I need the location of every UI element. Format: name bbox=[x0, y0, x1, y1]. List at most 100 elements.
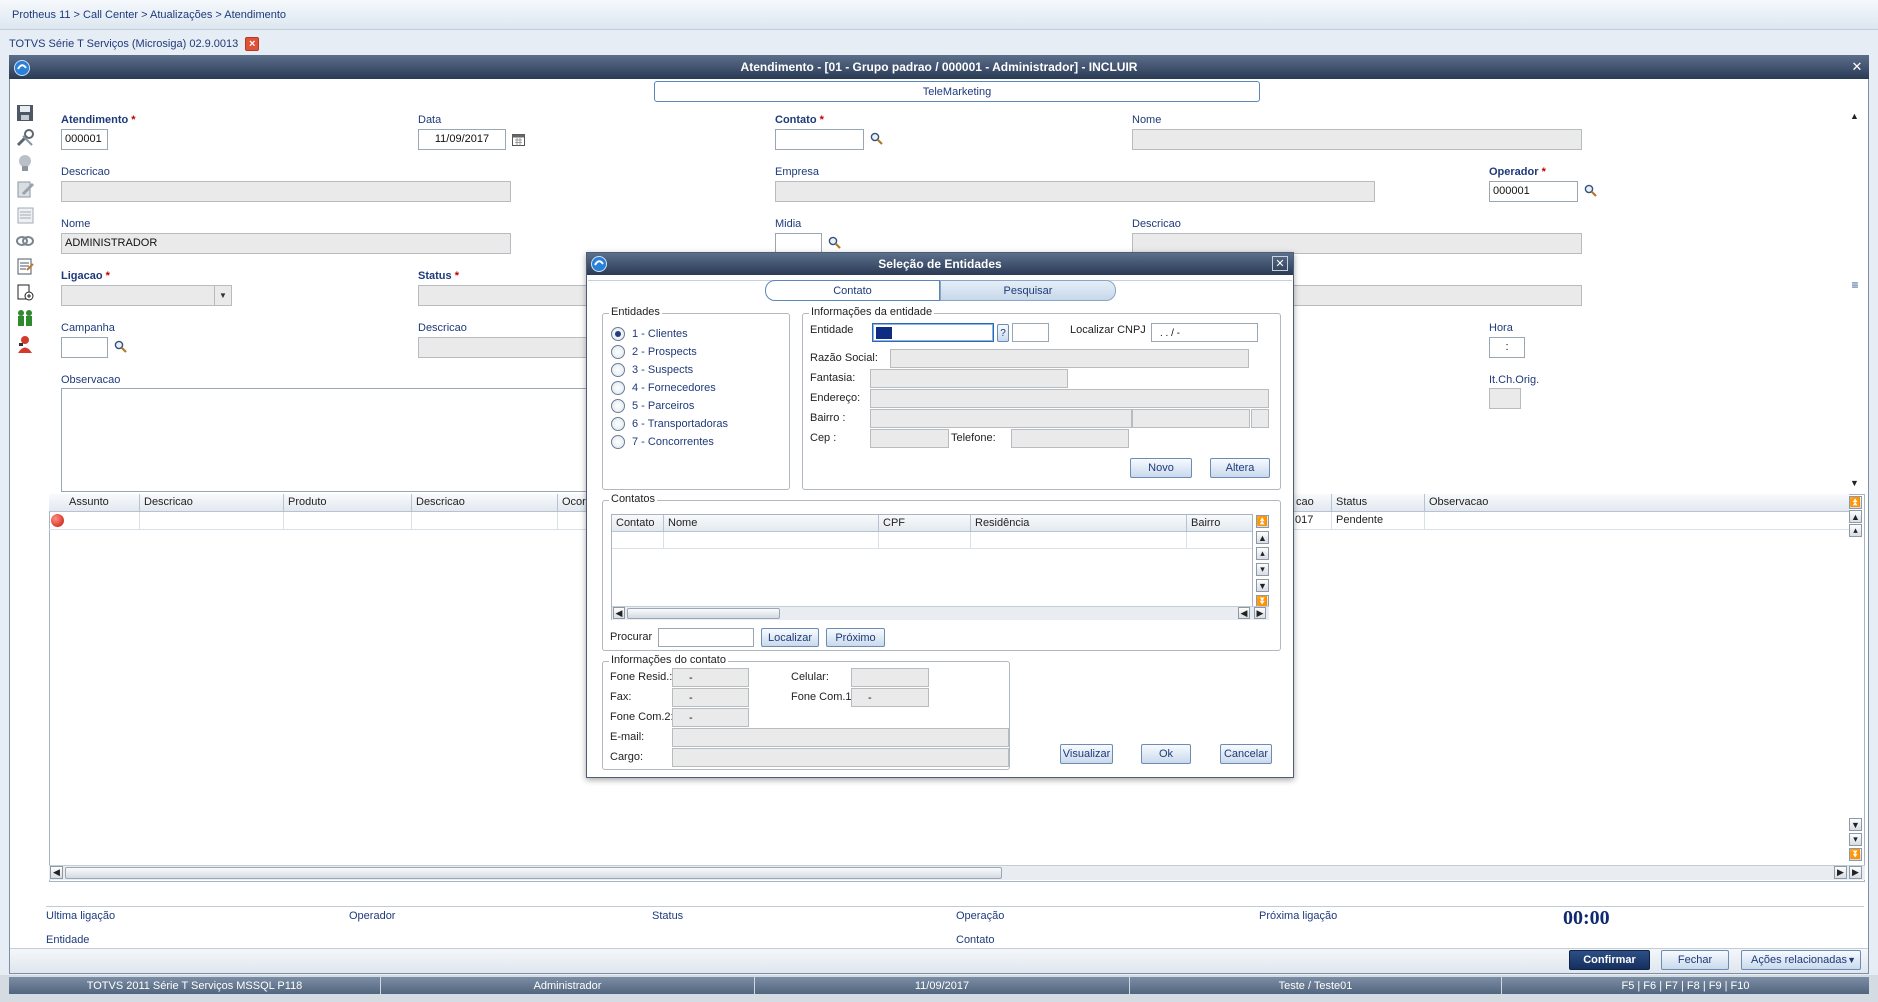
calendar-icon[interactable] bbox=[511, 132, 525, 146]
cancelar-button[interactable]: Cancelar bbox=[1220, 744, 1272, 764]
razao-social-field[interactable] bbox=[890, 349, 1249, 368]
grid-last-icon[interactable]: ⏬ bbox=[1849, 848, 1862, 861]
observacao-textarea[interactable] bbox=[61, 388, 591, 492]
email-field[interactable] bbox=[672, 728, 1009, 747]
close-window-icon[interactable]: ✕ bbox=[1850, 59, 1864, 74]
col-residencia[interactable]: Residência bbox=[971, 515, 1187, 532]
col-observacao[interactable]: Observacao bbox=[1425, 494, 1849, 512]
data-field[interactable]: 11/09/2017 bbox=[418, 129, 506, 150]
radio-dot[interactable] bbox=[611, 363, 625, 377]
empresa-field[interactable] bbox=[775, 181, 1375, 202]
row-cell-descricao[interactable] bbox=[140, 512, 284, 529]
breadcrumb[interactable]: Protheus 11 > Call Center > Atualizações… bbox=[12, 9, 286, 21]
celular-field[interactable] bbox=[851, 668, 929, 687]
grid-pagedown-icon[interactable]: ▾ bbox=[1849, 833, 1862, 846]
lightbulb-icon[interactable] bbox=[14, 152, 36, 174]
grid-scroll-right-arrow[interactable]: ▶ bbox=[1834, 866, 1847, 879]
procurar-input[interactable] bbox=[658, 628, 754, 647]
cep-field[interactable] bbox=[870, 429, 949, 448]
radio-fornecedores[interactable]: 4 - Fornecedores bbox=[611, 381, 716, 395]
confirmar-button[interactable]: Confirmar bbox=[1569, 950, 1650, 970]
tab-totvs[interactable]: TOTVS Série T Serviços (Microsiga) 02.9.… bbox=[0, 34, 262, 54]
row-cell-assunto[interactable] bbox=[65, 512, 140, 529]
fax-field[interactable]: - bbox=[672, 688, 749, 707]
nome-field[interactable]: ADMINISTRADOR bbox=[61, 233, 511, 254]
altera-button[interactable]: Altera bbox=[1210, 458, 1270, 478]
descricao-campanha-field[interactable] bbox=[418, 337, 589, 358]
radio-concorrentes[interactable]: 7 - Concorrentes bbox=[611, 435, 714, 449]
entidade-help-button[interactable]: ? bbox=[997, 324, 1009, 342]
edit-icon[interactable] bbox=[14, 178, 36, 200]
scroll-down-arrow[interactable]: ▼ bbox=[1848, 476, 1861, 489]
contatos-scroll-thumb[interactable] bbox=[627, 608, 780, 619]
grid-up-icon[interactable]: ▴ bbox=[1849, 524, 1862, 537]
proximo-button[interactable]: Próximo bbox=[826, 628, 885, 647]
tools-icon[interactable] bbox=[14, 127, 36, 149]
search-icon[interactable] bbox=[827, 235, 841, 249]
radio-dot[interactable] bbox=[611, 399, 625, 413]
municipio-field[interactable] bbox=[1132, 409, 1250, 428]
menu-lines-icon[interactable]: ≡ bbox=[1849, 278, 1861, 292]
entidade-loja-field[interactable] bbox=[1012, 323, 1049, 342]
cell[interactable] bbox=[612, 532, 664, 548]
cell[interactable] bbox=[664, 532, 879, 548]
tab-telemarketing[interactable]: TeleMarketing bbox=[654, 81, 1260, 102]
row-cell-produto[interactable] bbox=[284, 512, 412, 529]
radio-transportadoras[interactable]: 6 - Transportadoras bbox=[611, 417, 728, 431]
close-tab-icon[interactable]: × bbox=[245, 37, 260, 51]
ok-button[interactable]: Ok bbox=[1141, 744, 1191, 764]
radio-dot[interactable] bbox=[611, 417, 625, 431]
grid-down-icon[interactable]: ▼ bbox=[1849, 818, 1862, 831]
contatos-up-icon[interactable]: ▴ bbox=[1256, 547, 1269, 560]
col-assunto[interactable]: Assunto bbox=[65, 494, 140, 512]
descricao-midia-field[interactable] bbox=[1132, 233, 1582, 254]
grid-scroll-end-arrow[interactable]: ▶ bbox=[1849, 866, 1862, 879]
row-cell-status[interactable]: Pendente bbox=[1332, 512, 1425, 529]
close-dialog-icon[interactable]: ✕ bbox=[1272, 256, 1288, 271]
cnpj-field[interactable]: . . / - bbox=[1151, 323, 1258, 342]
tab-contato[interactable]: Contato bbox=[765, 280, 940, 301]
fone-resid-field[interactable]: - bbox=[672, 668, 749, 687]
contatos-scroll-left-arrow[interactable]: ◀ bbox=[613, 607, 625, 619]
users-icon[interactable] bbox=[14, 307, 36, 329]
contatos-pagedown-icon[interactable]: ▼ bbox=[1256, 579, 1269, 592]
radio-prospects[interactable]: 2 - Prospects bbox=[611, 345, 697, 359]
grid-scroll-thumb[interactable] bbox=[65, 867, 1002, 879]
agent-icon[interactable] bbox=[14, 333, 36, 355]
col-cpf[interactable]: CPF bbox=[879, 515, 971, 532]
contatos-first-icon[interactable]: ⏫ bbox=[1256, 515, 1269, 528]
radio-parceiros[interactable]: 5 - Parceiros bbox=[611, 399, 694, 413]
entidade-field[interactable] bbox=[872, 323, 994, 342]
status-select[interactable] bbox=[418, 285, 589, 306]
fone-com2-field[interactable]: - bbox=[672, 708, 749, 727]
operador-field[interactable]: 000001 bbox=[1489, 181, 1578, 202]
table-row[interactable] bbox=[612, 532, 1252, 549]
export-icon[interactable] bbox=[14, 281, 36, 303]
row-cell-data[interactable]: 017 bbox=[1292, 512, 1332, 529]
link-icon[interactable] bbox=[14, 230, 36, 252]
contatos-scroll-right-arrow[interactable]: ◀ bbox=[1238, 607, 1250, 619]
contatos-pageup-icon[interactable]: ▲ bbox=[1256, 531, 1269, 544]
uf-field[interactable] bbox=[1251, 409, 1269, 428]
col-nome[interactable]: Nome bbox=[664, 515, 879, 532]
contatos-down-icon[interactable]: ▾ bbox=[1256, 563, 1269, 576]
atendimento-field[interactable]: 000001 bbox=[61, 129, 108, 150]
col-descricao[interactable]: Descricao bbox=[140, 494, 284, 512]
nome-contato-field[interactable] bbox=[1132, 129, 1582, 150]
contato-field[interactable] bbox=[775, 129, 864, 150]
itchorig-field[interactable] bbox=[1489, 388, 1521, 409]
radio-dot[interactable] bbox=[611, 435, 625, 449]
radio-dot[interactable] bbox=[611, 381, 625, 395]
ligacao-select[interactable] bbox=[61, 285, 232, 306]
status-shortcuts[interactable]: F5 | F6 | F7 | F8 | F9 | F10 bbox=[1502, 977, 1869, 994]
save-icon[interactable] bbox=[14, 102, 36, 124]
col-contato[interactable]: Contato bbox=[612, 515, 664, 532]
novo-button[interactable]: Novo bbox=[1130, 458, 1192, 478]
descricao-field[interactable] bbox=[61, 181, 511, 202]
notes-icon[interactable] bbox=[14, 255, 36, 277]
col-data-ligacao[interactable]: cao bbox=[1292, 494, 1332, 512]
campanha-field[interactable] bbox=[61, 337, 108, 358]
fechar-button[interactable]: Fechar bbox=[1661, 950, 1729, 970]
list-icon[interactable] bbox=[14, 204, 36, 226]
search-icon[interactable] bbox=[113, 339, 127, 353]
